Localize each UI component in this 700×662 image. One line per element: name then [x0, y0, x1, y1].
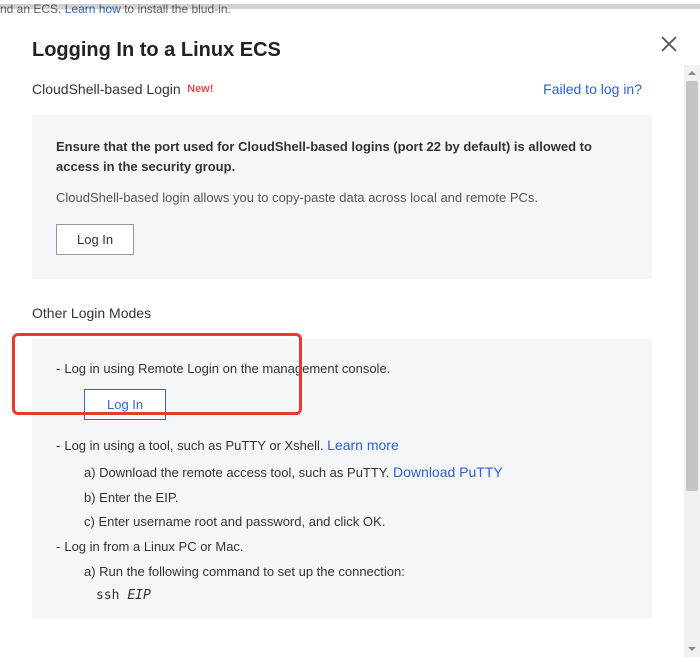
mode-tool-login: -Log in using a tool, such as PuTTY or X…	[56, 432, 628, 459]
step-ssh-command: a) Run the following command to set up t…	[56, 560, 628, 585]
mode-remote-login: -Log in using Remote Login on the manage…	[56, 357, 628, 382]
scrollbar-track[interactable]	[684, 81, 700, 641]
step-enter-eip: b) Enter the EIP.	[56, 486, 628, 511]
login-modal: Logging In to a Linux ECS CloudShell-bas…	[0, 9, 700, 662]
learn-more-link[interactable]: Learn more	[327, 437, 399, 453]
step-download: a) Download the remote access tool, such…	[56, 459, 628, 486]
scrollbar-thumb[interactable]	[686, 81, 698, 491]
failed-login-link[interactable]: Failed to log in?	[543, 81, 642, 97]
cloudshell-panel: Ensure that the port used for CloudShell…	[32, 115, 652, 279]
cloudshell-section-label: CloudShell-based Login New!	[32, 81, 213, 99]
cloudshell-login-button[interactable]: Log In	[56, 224, 134, 255]
new-badge: New!	[187, 83, 213, 95]
cloudshell-warning: Ensure that the port used for CloudShell…	[56, 137, 628, 176]
close-icon[interactable]	[660, 35, 678, 53]
cloudshell-description: CloudShell-based login allows you to cop…	[56, 188, 628, 208]
scroll-up-icon[interactable]	[684, 65, 700, 81]
scroll-down-icon[interactable]	[684, 641, 700, 657]
remote-login-button[interactable]: Log In	[84, 389, 166, 420]
modal-title: Logging In to a Linux ECS	[32, 39, 668, 62]
other-modes-panel: -Log in using Remote Login on the manage…	[32, 339, 652, 620]
download-putty-link[interactable]: Download PuTTY	[393, 464, 503, 480]
mode-linux-mac: -Log in from a Linux PC or Mac.	[56, 535, 628, 560]
ssh-command: ssh EIP	[56, 584, 628, 609]
other-modes-title: Other Login Modes	[32, 305, 652, 321]
step-credentials: c) Enter username root and password, and…	[56, 510, 628, 535]
